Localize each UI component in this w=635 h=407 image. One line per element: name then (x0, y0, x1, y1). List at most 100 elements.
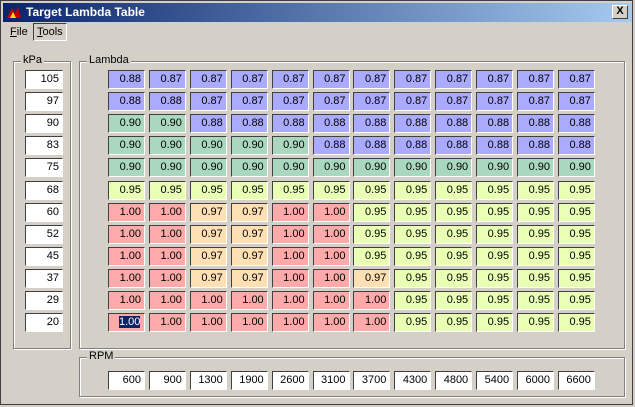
lambda-cell[interactable]: 0.95 (312, 180, 350, 200)
lambda-cell[interactable]: 0.95 (557, 224, 595, 244)
rpm-cell[interactable]: 1900 (230, 371, 268, 390)
lambda-cell[interactable]: 0.87 (557, 70, 595, 89)
rpm-cell[interactable]: 900 (148, 371, 186, 390)
lambda-cell[interactable]: 1.00 (108, 313, 145, 333)
lambda-cell[interactable]: 0.95 (394, 246, 432, 266)
lambda-cell[interactable]: 0.88 (394, 136, 432, 156)
lambda-cell[interactable]: 0.95 (517, 202, 554, 222)
lambda-cell[interactable]: 0.97 (189, 268, 227, 288)
lambda-cell[interactable]: 0.95 (557, 313, 595, 333)
lambda-cell[interactable]: 0.97 (230, 202, 268, 222)
lambda-cell[interactable]: 0.95 (476, 202, 514, 222)
lambda-cell[interactable]: 0.87 (312, 92, 350, 112)
lambda-cell[interactable]: 1.00 (108, 268, 145, 288)
lambda-cell[interactable]: 0.97 (189, 246, 227, 266)
lambda-cell[interactable]: 0.87 (312, 70, 350, 89)
lambda-cell[interactable]: 0.88 (557, 136, 595, 156)
lambda-cell[interactable]: 0.87 (435, 92, 473, 112)
lambda-cell[interactable]: 0.95 (353, 202, 391, 222)
lambda-cell[interactable]: 1.00 (271, 268, 309, 288)
lambda-cell[interactable]: 0.95 (476, 268, 514, 288)
lambda-cell[interactable]: 0.95 (517, 224, 554, 244)
lambda-cell[interactable]: 0.95 (517, 313, 554, 333)
lambda-cell[interactable]: 1.00 (312, 202, 350, 222)
lambda-cell[interactable]: 0.87 (271, 70, 309, 89)
lambda-cell[interactable]: 0.90 (271, 158, 309, 178)
lambda-cell[interactable]: 1.00 (312, 268, 350, 288)
lambda-cell[interactable]: 0.95 (476, 313, 514, 333)
lambda-cell[interactable]: 0.95 (394, 224, 432, 244)
lambda-cell[interactable]: 0.88 (394, 114, 432, 134)
lambda-cell[interactable]: 1.00 (108, 291, 145, 310)
kpa-cell[interactable]: 60 (25, 202, 63, 222)
lambda-cell[interactable]: 1.00 (148, 291, 186, 310)
lambda-cell[interactable]: 0.95 (108, 180, 145, 200)
lambda-cell[interactable]: 0.95 (435, 180, 473, 200)
lambda-cell[interactable]: 0.95 (557, 291, 595, 310)
lambda-cell[interactable]: 0.97 (230, 268, 268, 288)
lambda-cell[interactable]: 1.00 (148, 268, 186, 288)
lambda-cell[interactable]: 0.87 (189, 70, 227, 89)
lambda-cell[interactable]: 0.90 (108, 114, 145, 134)
lambda-cell[interactable]: 0.87 (271, 92, 309, 112)
lambda-cell[interactable]: 0.87 (394, 92, 432, 112)
lambda-cell[interactable]: 0.95 (476, 246, 514, 266)
lambda-cell[interactable]: 0.95 (394, 268, 432, 288)
lambda-cell[interactable]: 1.00 (148, 224, 186, 244)
lambda-cell[interactable]: 1.00 (230, 291, 268, 310)
lambda-cell[interactable]: 0.88 (312, 136, 350, 156)
lambda-cell[interactable]: 0.95 (435, 224, 473, 244)
lambda-cell[interactable]: 0.90 (108, 158, 145, 178)
lambda-cell[interactable]: 0.95 (435, 246, 473, 266)
lambda-cell[interactable]: 0.88 (353, 136, 391, 156)
kpa-cell[interactable]: 37 (25, 268, 63, 288)
lambda-cell[interactable]: 1.00 (230, 313, 268, 333)
rpm-cell[interactable]: 3100 (312, 371, 350, 390)
lambda-cell[interactable]: 0.95 (435, 313, 473, 333)
lambda-cell[interactable]: 0.88 (557, 114, 595, 134)
lambda-cell[interactable]: 0.97 (230, 246, 268, 266)
lambda-cell[interactable]: 0.88 (353, 114, 391, 134)
menu-file[interactable]: File (7, 24, 31, 40)
lambda-cell[interactable]: 1.00 (312, 246, 350, 266)
lambda-cell[interactable]: 0.90 (394, 158, 432, 178)
lambda-cell[interactable]: 1.00 (312, 313, 350, 333)
lambda-cell[interactable]: 1.00 (189, 313, 227, 333)
lambda-cell[interactable]: 0.87 (230, 70, 268, 89)
lambda-cell[interactable]: 0.87 (517, 70, 554, 89)
lambda-cell[interactable]: 0.88 (148, 92, 186, 112)
menu-tools[interactable]: Tools (33, 23, 67, 41)
lambda-cell[interactable]: 0.90 (557, 158, 595, 178)
lambda-cell[interactable]: 0.87 (148, 70, 186, 89)
lambda-cell[interactable]: 0.95 (435, 291, 473, 310)
lambda-cell[interactable]: 0.90 (230, 136, 268, 156)
lambda-cell[interactable]: 0.90 (435, 158, 473, 178)
kpa-cell[interactable]: 83 (25, 136, 63, 156)
lambda-cell[interactable]: 0.88 (108, 92, 145, 112)
lambda-cell[interactable]: 0.88 (476, 136, 514, 156)
lambda-cell[interactable]: 0.95 (394, 202, 432, 222)
lambda-cell[interactable]: 0.87 (517, 92, 554, 112)
lambda-cell[interactable]: 0.87 (353, 70, 391, 89)
lambda-cell[interactable]: 0.88 (517, 114, 554, 134)
rpm-cell[interactable]: 6000 (517, 371, 554, 390)
kpa-cell[interactable]: 52 (25, 224, 63, 244)
lambda-cell[interactable]: 0.88 (517, 136, 554, 156)
lambda-cell[interactable]: 0.90 (189, 136, 227, 156)
rpm-cell[interactable]: 1300 (189, 371, 227, 390)
lambda-cell[interactable]: 1.00 (271, 224, 309, 244)
rpm-cell[interactable]: 6600 (557, 371, 595, 390)
rpm-cell[interactable]: 600 (108, 371, 145, 390)
kpa-cell[interactable]: 45 (25, 246, 63, 266)
lambda-cell[interactable]: 0.95 (394, 180, 432, 200)
lambda-cell[interactable]: 0.87 (394, 70, 432, 89)
lambda-cell[interactable]: 0.95 (557, 202, 595, 222)
lambda-cell[interactable]: 0.95 (517, 268, 554, 288)
lambda-cell[interactable]: 0.95 (476, 291, 514, 310)
lambda-cell[interactable]: 0.95 (517, 180, 554, 200)
lambda-cell[interactable]: 0.90 (517, 158, 554, 178)
lambda-cell[interactable]: 0.95 (230, 180, 268, 200)
lambda-cell[interactable]: 1.00 (189, 291, 227, 310)
lambda-cell[interactable]: 0.87 (189, 92, 227, 112)
lambda-cell[interactable]: 0.90 (148, 114, 186, 134)
